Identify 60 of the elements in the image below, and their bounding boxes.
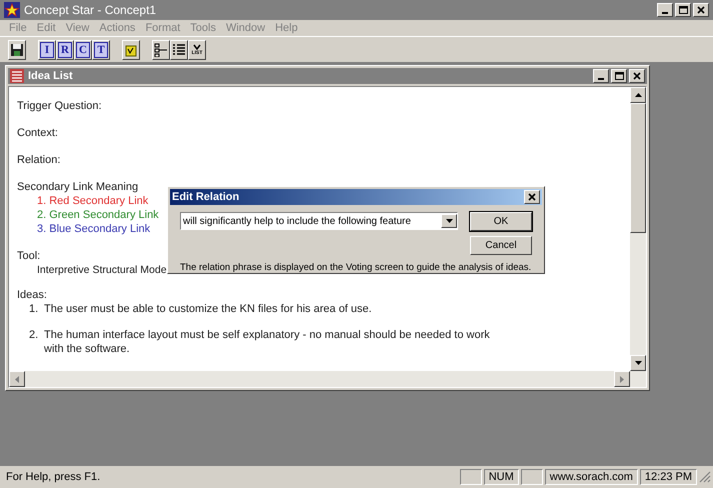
scroll-down-icon[interactable] xyxy=(634,361,642,365)
close-button[interactable] xyxy=(524,190,540,204)
window-title: Concept Star - Concept1 xyxy=(24,2,158,19)
scroll-right-icon[interactable] xyxy=(620,376,624,382)
section-value: Interpretive Structural Mode xyxy=(37,263,167,277)
check-box-icon xyxy=(124,42,138,56)
link-legend-item: 1. Red Secondary Link xyxy=(37,194,148,208)
maximize-icon xyxy=(678,6,688,14)
close-icon xyxy=(633,72,641,80)
close-button[interactable] xyxy=(629,69,645,83)
link-legend-item: 2. Green Secondary Link xyxy=(37,208,159,222)
dropdown-caret-icon xyxy=(446,219,452,223)
toolbar-letter-button[interactable]: C xyxy=(74,40,92,60)
status-pane xyxy=(520,469,543,485)
minimize-button[interactable] xyxy=(657,3,673,17)
status-pane xyxy=(460,469,482,485)
section-label: Secondary Link Meaning xyxy=(17,180,140,194)
scroll-left-icon[interactable] xyxy=(15,376,19,382)
star-logo-icon xyxy=(4,2,20,18)
toolbar-letter-button[interactable]: I xyxy=(38,40,56,60)
status-pane: 12:23 PM xyxy=(640,469,697,485)
link-legend-item: 3. Blue Secondary Link xyxy=(37,222,150,236)
idea-number: 1. xyxy=(29,302,40,316)
dialog-note: The relation phrase is displayed on the Voting screen to guide the analysis of ideas. xyxy=(179,261,532,275)
list-button[interactable] xyxy=(170,40,188,60)
status-pane: www.sorach.com xyxy=(544,469,638,485)
idea-text: The human interface layout must be self explanatory - no manual should be needed to work xyxy=(44,328,490,342)
relation-combo-box[interactable]: will significantly help to include the following feature xyxy=(180,212,458,230)
dialog-button[interactable]: OK xyxy=(470,212,532,231)
toolbar-letter-button[interactable]: T xyxy=(92,40,110,60)
section-label: Relation: xyxy=(17,153,62,167)
vertical-scrollbar[interactable] xyxy=(630,87,646,387)
section-label: Tool: xyxy=(17,249,42,263)
restore-button[interactable] xyxy=(675,3,691,17)
close-button[interactable] xyxy=(693,3,709,17)
idea-text: with the software. xyxy=(44,342,131,356)
toolbar-letter-button[interactable]: R xyxy=(56,40,74,60)
dialog-button[interactable]: Cancel xyxy=(470,236,532,255)
check-tool-button[interactable] xyxy=(122,40,140,60)
section-label: Ideas: xyxy=(17,288,48,302)
restore-button[interactable] xyxy=(611,69,627,83)
close-icon xyxy=(697,6,705,14)
section-label: Context: xyxy=(17,126,59,140)
tree-button[interactable] xyxy=(152,40,170,60)
status-pane: NUM xyxy=(484,469,519,485)
dialog-title: Edit Relation xyxy=(172,190,240,205)
resize-grip-icon[interactable] xyxy=(699,471,711,483)
close-icon xyxy=(528,193,536,201)
section-label: Trigger Question: xyxy=(17,99,103,113)
maximize-icon xyxy=(614,72,624,80)
check-mark-icon xyxy=(193,44,201,50)
idea-text: The user must be able to customize the KN files for his area of use. xyxy=(44,302,372,316)
list-icon xyxy=(10,69,24,83)
window-title: Idea List xyxy=(28,68,74,84)
scroll-up-icon[interactable] xyxy=(634,93,642,97)
horizontal-scrollbar[interactable] xyxy=(9,371,630,387)
save-button[interactable] xyxy=(8,40,26,60)
minimize-button[interactable] xyxy=(593,69,609,83)
idea-number: 2. xyxy=(29,328,40,343)
status-text: For Help, press F1. xyxy=(5,470,102,485)
